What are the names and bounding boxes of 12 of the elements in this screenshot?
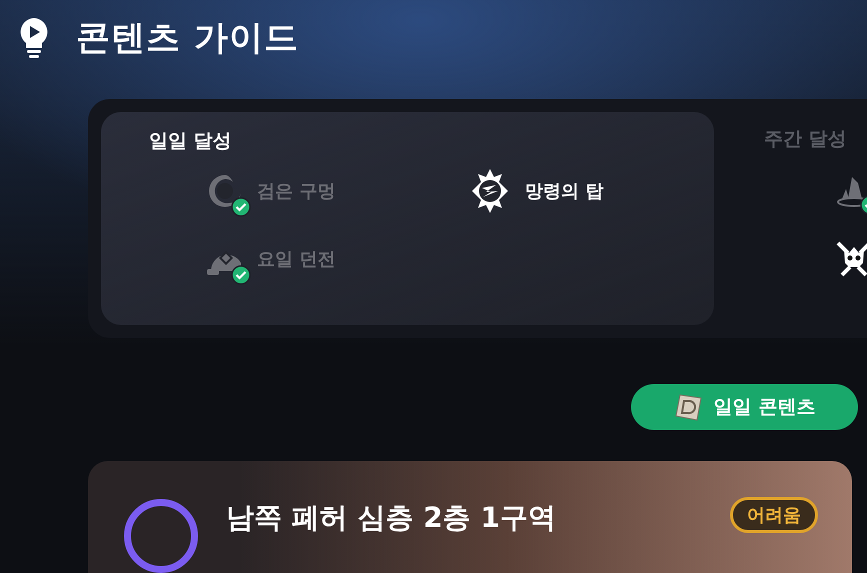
difficulty-badge: 어려움 <box>730 497 818 533</box>
section-title: 주간 달성 <box>764 127 848 152</box>
page-title: 콘텐츠 가이드 <box>76 16 299 60</box>
task-label[interactable]: 검은 구멍 <box>257 179 336 204</box>
section-title: 일일 달성 <box>149 129 233 154</box>
d-card-icon <box>674 392 704 422</box>
zone-icon <box>124 499 198 573</box>
daily-content-button[interactable]: 일일 콘텐츠 <box>631 384 858 430</box>
lightbulb-play-icon <box>18 16 50 60</box>
task-label[interactable]: 요일 던전 <box>257 247 336 272</box>
task-label[interactable]: 망령의 탑 <box>525 179 604 204</box>
zone-title: 남쪽 폐허 심층 2층 1구역 <box>226 500 556 536</box>
